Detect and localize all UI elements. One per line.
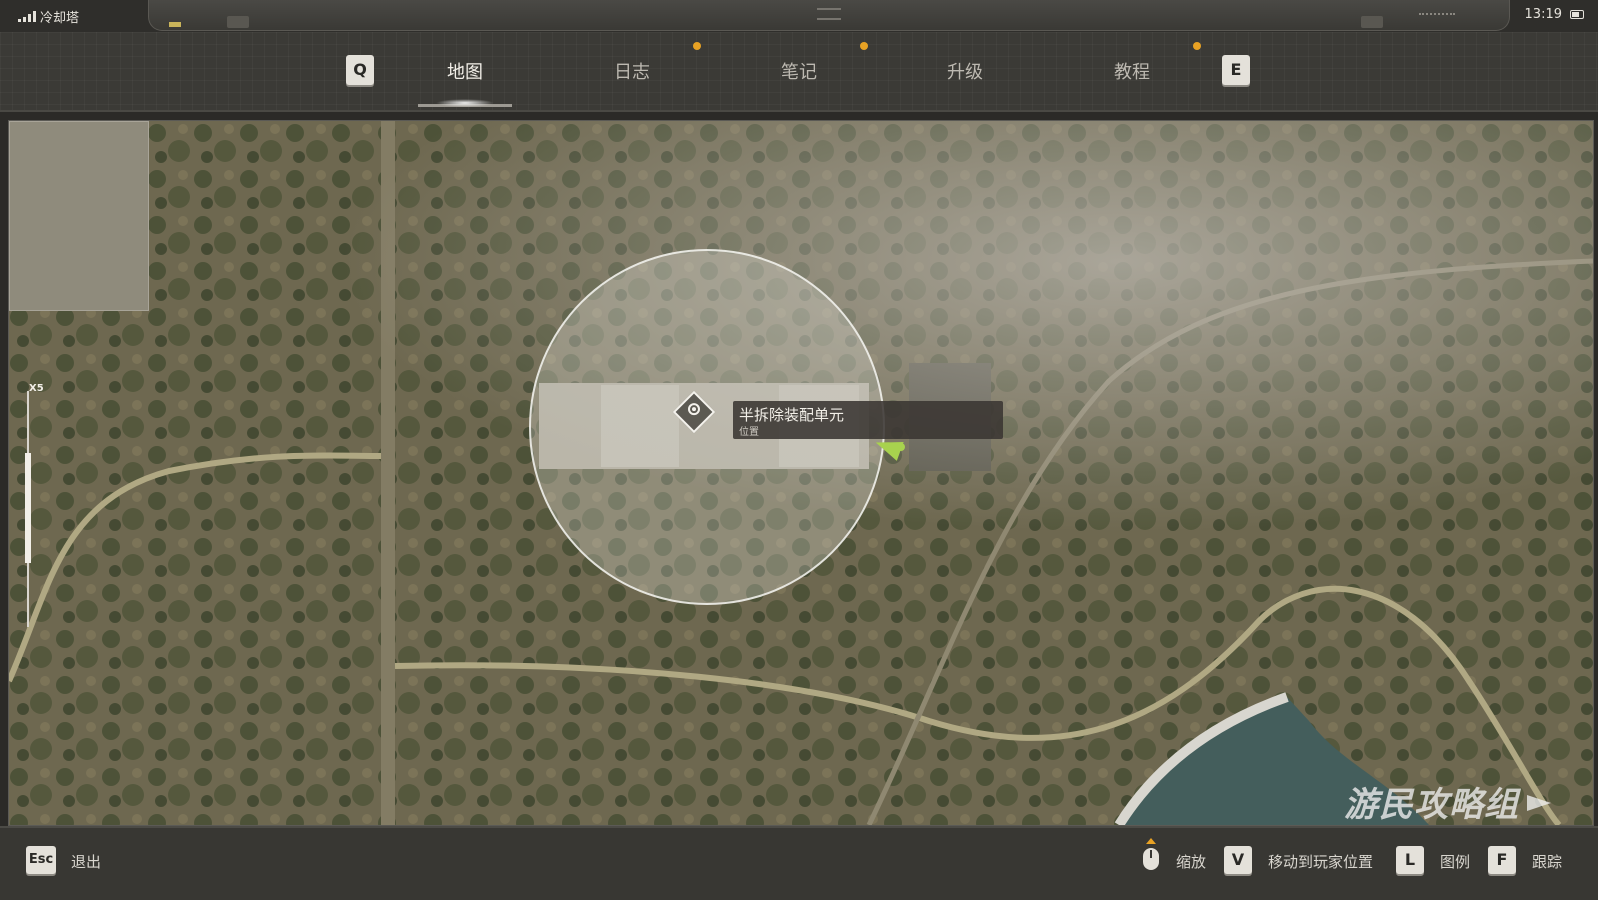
battery-icon xyxy=(1570,10,1584,19)
prev-tab-key[interactable]: Q xyxy=(346,55,374,85)
frame-notch xyxy=(1361,16,1383,28)
tab-map[interactable]: 地图 xyxy=(405,58,525,84)
indicator-lamp xyxy=(169,22,181,27)
marker-label: 半拆除装配单元 位置 xyxy=(733,401,1003,439)
player-dot xyxy=(897,443,905,451)
exit-key[interactable]: Esc xyxy=(26,846,56,874)
tab-tutorial[interactable]: 教程 xyxy=(1072,58,1192,84)
minimap-thumbnail xyxy=(9,121,149,311)
move-to-player-key[interactable]: V xyxy=(1224,846,1252,874)
mouse-wheel-icon xyxy=(1143,838,1159,870)
tab-notes[interactable]: 笔记 xyxy=(739,58,859,84)
map-view[interactable]: X5 半拆除装配单元 位置 游民攻略组 xyxy=(8,120,1594,826)
waypoint-target-icon xyxy=(688,403,700,416)
marker-title: 半拆除装配单元 xyxy=(739,406,845,424)
watermark-text: 游民攻略组 xyxy=(1344,785,1519,825)
legend-label[interactable]: 图例 xyxy=(1440,851,1470,872)
move-to-player-label[interactable]: 移动到玩家位置 xyxy=(1268,851,1373,872)
grip-handle xyxy=(817,8,841,20)
tab-upgrades[interactable]: 升级 xyxy=(905,58,1025,84)
status-right: 13:19 xyxy=(1525,7,1584,22)
carrier-name: 冷却塔 xyxy=(40,11,80,26)
status-bar: 冷却塔 13:19 xyxy=(0,0,1598,32)
track-key[interactable]: F xyxy=(1488,846,1516,874)
journal-notification-dot xyxy=(693,42,701,50)
zoom-label: 缩放 xyxy=(1176,853,1207,871)
tab-journal[interactable]: 日志 xyxy=(572,58,692,84)
exit-label[interactable]: 退出 xyxy=(71,851,101,872)
clock: 13:19 xyxy=(1524,7,1562,22)
zoom-scale-level xyxy=(25,453,31,563)
next-tab-key[interactable]: E xyxy=(1222,55,1250,85)
zoom-scale[interactable] xyxy=(23,391,33,627)
track-label[interactable]: 跟踪 xyxy=(1532,851,1562,872)
frame-notch xyxy=(227,16,249,28)
tutorial-notification-dot xyxy=(1193,42,1201,50)
active-tab-glow xyxy=(436,99,494,107)
notes-notification-dot xyxy=(860,42,868,50)
zoom-level-label: X5 xyxy=(29,383,44,394)
top-frame-decoration xyxy=(148,0,1510,31)
legend-key[interactable]: L xyxy=(1396,846,1424,874)
status-left: 冷却塔 xyxy=(18,7,79,26)
frame-dots xyxy=(1419,13,1455,18)
marker-subtitle: 位置 xyxy=(739,427,759,438)
watermark-arrow-icon xyxy=(1527,795,1551,811)
signal-icon xyxy=(18,11,36,22)
